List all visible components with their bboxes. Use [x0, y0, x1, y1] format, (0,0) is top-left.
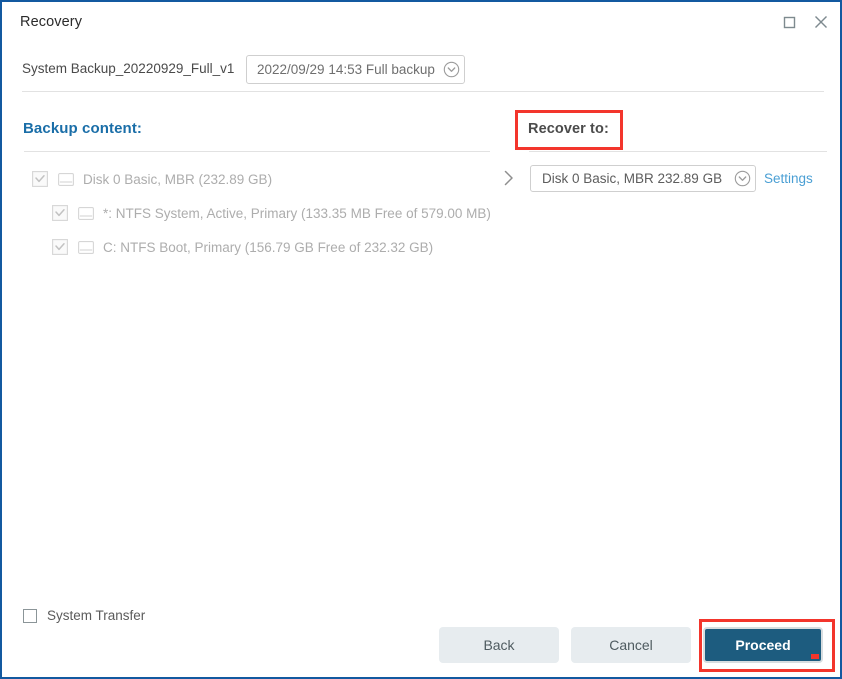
recover-target-value: Disk 0 Basic, MBR 232.89 GB	[542, 171, 723, 186]
settings-link[interactable]: Settings	[764, 171, 813, 186]
chevron-down-circle-icon	[729, 170, 755, 187]
tree-item-ntfs-system[interactable]: *: NTFS System, Active, Primary (133.35 …	[52, 203, 491, 223]
checkbox-checked-icon[interactable]	[32, 171, 48, 187]
proceed-corner-marker	[811, 654, 819, 659]
tree-item-ntfs-boot[interactable]: C: NTFS Boot, Primary (156.79 GB Free of…	[52, 237, 433, 257]
close-button[interactable]	[808, 10, 834, 34]
checkbox-checked-icon[interactable]	[52, 205, 68, 221]
close-icon	[814, 15, 828, 29]
disk-icon	[58, 172, 74, 187]
left-panel-separator	[24, 151, 490, 152]
right-panel-separator	[529, 151, 827, 152]
tree-item-label: C: NTFS Boot, Primary (156.79 GB Free of…	[103, 239, 434, 255]
header-separator	[22, 91, 824, 92]
cancel-button[interactable]: Cancel	[571, 627, 691, 663]
back-button[interactable]: Back	[439, 627, 559, 663]
chevron-down-circle-icon	[438, 61, 464, 78]
tree-item-label: Disk 0 Basic, MBR (232.89 GB)	[83, 171, 273, 187]
disk-icon	[78, 206, 94, 221]
backup-content-heading: Backup content:	[23, 120, 143, 137]
maximize-icon	[783, 16, 796, 29]
proceed-button[interactable]: Proceed	[703, 627, 823, 663]
window-title: Recovery	[20, 14, 83, 30]
disk-icon	[78, 240, 94, 255]
system-transfer-checkbox-row[interactable]: System Transfer	[23, 608, 145, 623]
backup-version-dropdown[interactable]: 2022/09/29 14:53 Full backup	[246, 55, 465, 84]
chevron-right-icon	[502, 169, 516, 187]
recover-to-heading: Recover to:	[528, 121, 609, 137]
maximize-button[interactable]	[776, 10, 802, 34]
backup-name-label: System Backup_20220929_Full_v1	[22, 61, 235, 76]
tree-item-disk0[interactable]: Disk 0 Basic, MBR (232.89 GB)	[32, 169, 272, 189]
backup-version-value: 2022/09/29 14:53 Full backup	[257, 62, 435, 77]
proceed-button-label: Proceed	[735, 637, 791, 653]
recover-target-dropdown[interactable]: Disk 0 Basic, MBR 232.89 GB	[530, 165, 756, 192]
system-transfer-checkbox[interactable]	[23, 608, 37, 623]
tree-item-label: *: NTFS System, Active, Primary (133.35 …	[103, 205, 491, 221]
title-bar: Recovery	[2, 2, 840, 42]
checkbox-checked-icon[interactable]	[52, 239, 68, 255]
system-transfer-label: System Transfer	[47, 608, 146, 623]
recovery-dialog-window: Recovery System Backup_20220929_Full_v1 …	[0, 0, 842, 679]
